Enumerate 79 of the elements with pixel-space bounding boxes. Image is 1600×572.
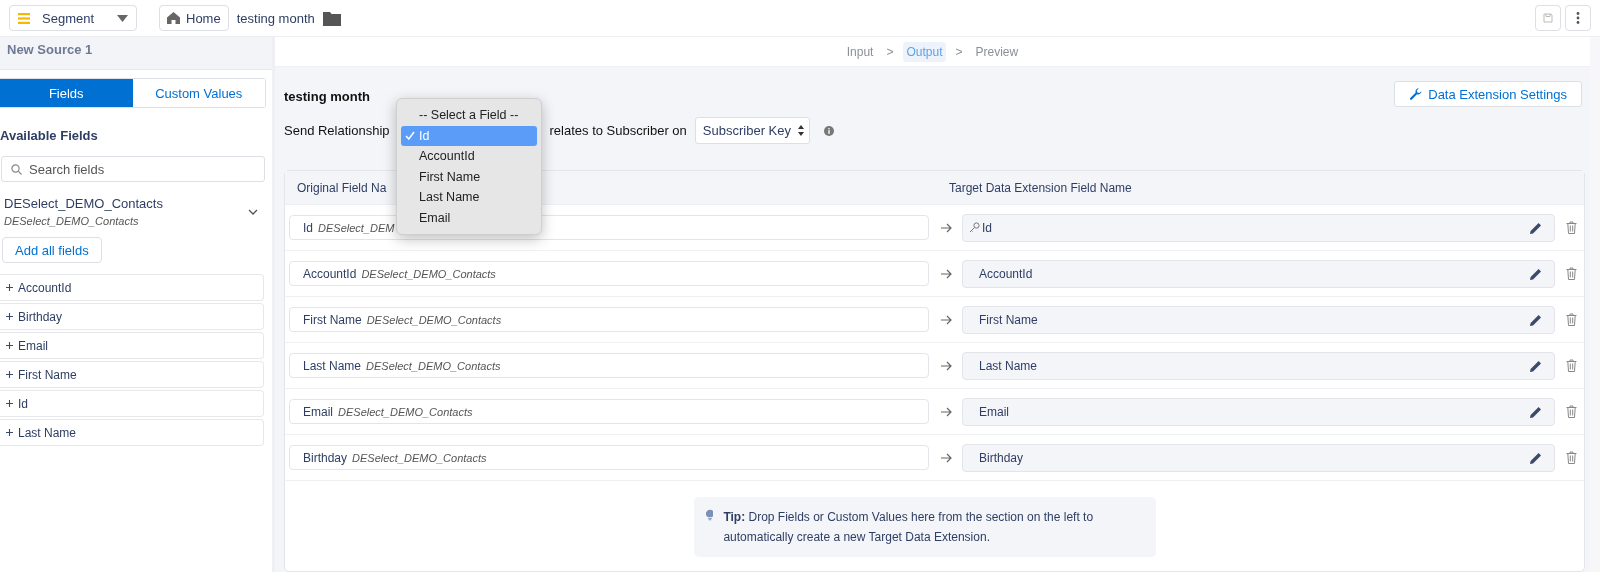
relationship-label: relates to Subscriber on [549,123,687,138]
field-item[interactable]: Last Name [0,419,264,446]
plus-icon [6,429,13,436]
key-icon [969,222,980,233]
plus-icon [6,371,13,378]
original-field[interactable]: Last Name DESelect_DEMO_Contacts [289,353,929,378]
pencil-icon[interactable] [1530,405,1542,418]
section-title: Available Fields [0,128,99,143]
pencil-icon[interactable] [1530,359,1542,372]
original-field[interactable]: Birthday DESelect_DEMO_Contacts [289,445,929,470]
target-field[interactable]: First Name [962,305,1555,334]
trash-icon[interactable] [1566,405,1577,418]
save-icon [1543,13,1553,23]
more-button[interactable] [1565,5,1591,31]
output-title: testing month [284,89,371,104]
original-field[interactable]: Email DESelect_DEMO_Contacts [289,399,929,424]
home-icon [167,12,180,24]
target-field[interactable]: Last Name [962,351,1555,380]
tip-text: Tip: Drop Fields or Custom Values here from the section on the left to automatically create a new Target Data Extension. [723,509,1095,546]
trash-icon[interactable] [1566,451,1577,464]
plus-icon [6,284,13,291]
updown-icon [798,125,804,136]
checkmark-icon [405,131,415,141]
dropdown-option[interactable]: Last Name [401,187,537,208]
plus-icon [6,400,13,407]
trash-icon[interactable] [1566,359,1577,372]
pencil-icon[interactable] [1530,313,1542,326]
chevron-down-icon[interactable] [248,208,258,215]
field-item[interactable]: Email [0,332,264,359]
field-item[interactable]: Id [0,390,264,417]
folder-icon [322,10,341,26]
menu-icon [18,12,30,24]
arrow-icon [941,222,952,233]
relationship-label: Send Relationship [284,123,390,138]
plus-icon [6,342,13,349]
pencil-icon[interactable] [1530,451,1542,464]
field-item[interactable]: Birthday [0,303,264,330]
wrench-icon [1409,87,1423,101]
pencil-icon[interactable] [1530,221,1542,234]
arrow-icon [941,360,952,371]
trash-icon[interactable] [1566,313,1577,326]
dropdown-option[interactable]: AccountId [401,146,537,167]
target-field[interactable]: Birthday [962,443,1555,472]
source-subtitle: DESelect_DEMO_Contacts [4,215,140,227]
column-header: Target Data Extension Field Name [949,180,1132,195]
field-item[interactable]: AccountId [0,274,264,301]
original-field[interactable]: AccountId DESelect_DEMO_Contacts [289,261,929,286]
arrow-icon [941,452,952,463]
breadcrumb[interactable]: testing month [236,10,315,26]
source-name: DESelect_DEMO_Contacts [4,196,163,211]
home-button[interactable]: Home [159,5,229,31]
target-field[interactable]: AccountId [962,259,1555,288]
dropdown-option[interactable]: -- Select a Field -- [401,105,537,126]
trash-icon[interactable] [1566,267,1577,280]
source-title: New Source 1 [7,42,93,57]
plus-icon [6,313,13,320]
tab[interactable]: Fields [0,79,133,107]
step-separator: > [955,44,963,59]
lightbulb-icon [705,507,714,523]
info-icon[interactable] [824,125,834,136]
data-extension-settings-button[interactable]: Data Extension Settings [1394,81,1582,107]
dropdown-option[interactable]: First Name [401,166,537,187]
arrow-icon [941,268,952,279]
subscriber-select[interactable]: Subscriber Key [694,117,810,144]
target-field[interactable]: Email [962,397,1555,426]
more-icon [1576,12,1580,24]
arrow-icon [941,406,952,417]
field-item[interactable]: First Name [0,361,264,388]
step-separator: > [886,44,894,59]
column-header: Original Field Na [296,180,388,195]
target-field[interactable]: Id [962,213,1555,242]
caret-icon [117,14,128,22]
arrow-icon [941,314,952,325]
original-field[interactable]: First Name DESelect_DEMO_Contacts [289,307,929,332]
trash-icon[interactable] [1566,221,1577,234]
search-field[interactable]: Search fields [1,156,265,182]
segment-dropdown[interactable]: Segment [9,5,137,31]
pencil-icon[interactable] [1530,267,1542,280]
add-all-fields-button[interactable]: Add all fields [2,237,102,263]
